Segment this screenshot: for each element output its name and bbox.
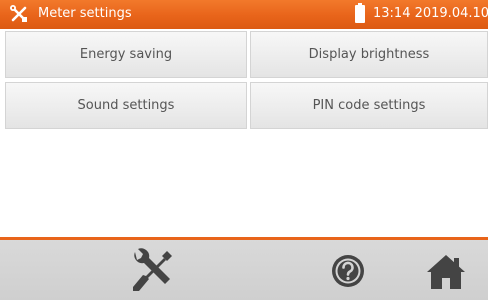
battery-icon xyxy=(355,3,365,23)
energy-saving-label: Energy saving xyxy=(79,47,173,62)
home-icon[interactable] xyxy=(426,252,466,292)
content-area xyxy=(0,131,488,237)
title-bar: Meter settings 13:14 2019.04.10 xyxy=(0,0,488,29)
sound-settings-label: Sound settings xyxy=(77,98,175,113)
display-brightness-label: Display brightness xyxy=(308,47,430,62)
display-brightness-button[interactable]: Display brightness xyxy=(250,31,488,78)
pin-code-settings-label: PIN code settings xyxy=(312,98,426,113)
clock-datetime: 13:14 2019.04.10 xyxy=(373,6,488,21)
tools-icon[interactable] xyxy=(127,246,177,296)
energy-saving-button[interactable]: Energy saving xyxy=(5,31,247,78)
sound-settings-button[interactable]: Sound settings xyxy=(5,82,247,129)
help-icon[interactable] xyxy=(330,253,366,289)
pin-code-settings-button[interactable]: PIN code settings xyxy=(250,82,488,129)
tools-icon xyxy=(10,5,27,22)
window-title: Meter settings xyxy=(38,6,132,21)
bottom-toolbar xyxy=(0,240,488,300)
